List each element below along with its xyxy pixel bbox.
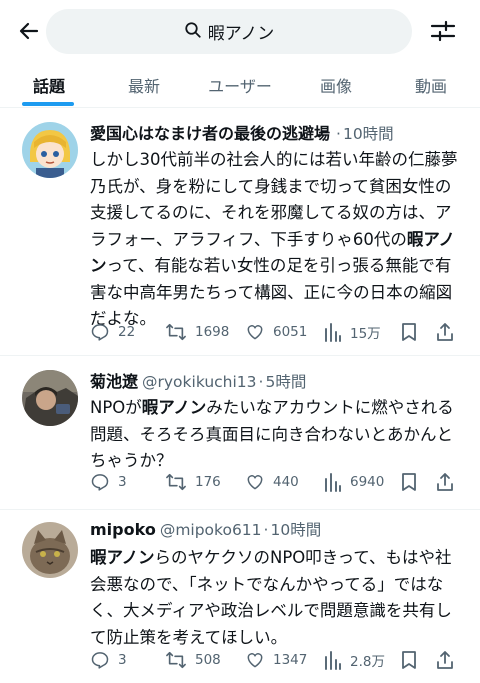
reply-icon xyxy=(90,472,110,492)
heart-icon xyxy=(245,650,265,670)
bookmark-icon xyxy=(400,322,418,342)
repost-count: 508 xyxy=(195,652,221,668)
post[interactable]: mipoko @mipoko611 · 10時間 暇アノンらのヤケクソのNPO叩… xyxy=(0,510,480,683)
post-actions: 22 1698 6051 15万 xyxy=(90,320,454,344)
bookmark-button[interactable] xyxy=(400,470,418,494)
views-bar-chart-icon xyxy=(324,322,342,342)
display-name[interactable]: mipoko xyxy=(90,520,156,539)
separator-dot: · xyxy=(258,373,264,391)
post[interactable]: 菊池遼 @ryokikuchi13 · 5時間 NPOが暇アノンみたいなアカウン… xyxy=(0,356,480,510)
separator-dot: · xyxy=(336,125,341,143)
post-actions: 3 508 1347 2.8万 xyxy=(90,648,454,672)
repost-count: 1698 xyxy=(195,324,230,340)
reply-button[interactable]: 22 xyxy=(90,320,135,344)
post-text: しかし30代前半の社会人的には若い年齢の仁藤夢乃氏が、身を粉にして身銭まで切って… xyxy=(90,150,458,328)
repost-count: 176 xyxy=(195,474,221,490)
reply-button[interactable]: 3 xyxy=(90,470,127,494)
post-header: mipoko @mipoko611 · 10時間 xyxy=(90,518,466,542)
post-text: NPOが暇アノンみたいなアカウントに燃やされる問題、そろそろ真面目に向き合わない… xyxy=(90,398,454,470)
tab-latest[interactable]: 最新 xyxy=(98,62,190,108)
search-input[interactable]: 暇アノン xyxy=(46,9,412,54)
user-handle[interactable]: @ryokikuchi13 xyxy=(142,373,257,391)
reply-count: 3 xyxy=(118,474,127,490)
avatar[interactable] xyxy=(22,122,78,178)
search-highlight: 暇アノン xyxy=(90,548,155,567)
post-time[interactable]: 5時間 xyxy=(265,370,306,392)
like-count: 440 xyxy=(273,474,299,490)
avatar[interactable] xyxy=(22,370,78,426)
share-icon xyxy=(436,472,454,492)
like-button[interactable]: 440 xyxy=(245,470,299,494)
reply-count: 22 xyxy=(118,324,136,340)
tab-users[interactable]: ユーザー xyxy=(190,62,290,108)
heart-icon xyxy=(245,322,265,342)
post-text: 暇アノンらのヤケクソのNPO叩きって、もはや社会悪なので、「ネットでなんかやって… xyxy=(90,548,452,647)
repost-button[interactable]: 508 xyxy=(165,648,221,672)
like-count: 1347 xyxy=(273,652,308,668)
back-arrow-icon[interactable] xyxy=(12,14,46,48)
active-tab-indicator xyxy=(22,102,74,106)
search-highlight: 暇アノン xyxy=(141,398,207,417)
top-bar: 暇アノン xyxy=(0,0,480,62)
post-header: 愛国心はなまけ者の最後の逃避場 · 10時間 xyxy=(90,120,466,144)
tab-images[interactable]: 画像 xyxy=(290,62,382,108)
post-time[interactable]: 10時間 xyxy=(343,122,394,144)
bookmark-button[interactable] xyxy=(400,648,418,672)
bookmark-icon xyxy=(400,472,418,492)
heart-icon xyxy=(245,472,265,492)
like-count: 6051 xyxy=(273,324,308,340)
bookmark-icon xyxy=(400,650,418,670)
repost-icon xyxy=(165,650,187,670)
like-button[interactable]: 1347 xyxy=(245,648,307,672)
reply-icon xyxy=(90,650,110,670)
repost-button[interactable]: 1698 xyxy=(165,320,229,344)
display-name[interactable]: 愛国心はなまけ者の最後の逃避場 xyxy=(90,120,330,144)
display-name[interactable]: 菊池遼 xyxy=(90,368,138,392)
views-button[interactable]: 2.8万 xyxy=(324,648,385,672)
view-count: 6940 xyxy=(350,474,385,490)
user-handle[interactable]: @mipoko611 xyxy=(160,521,262,539)
share-icon xyxy=(436,322,454,342)
repost-button[interactable]: 176 xyxy=(165,470,221,494)
post-actions: 3 176 440 6940 xyxy=(90,470,454,494)
views-bar-chart-icon xyxy=(324,472,342,492)
reply-count: 3 xyxy=(118,652,127,668)
post-time[interactable]: 10時間 xyxy=(270,518,321,540)
reply-icon xyxy=(90,322,110,342)
separator-dot: · xyxy=(263,521,269,539)
tab-videos[interactable]: 動画 xyxy=(382,62,480,108)
repost-icon xyxy=(165,322,187,342)
search-tabs: 話題 最新 ユーザー 画像 動画 xyxy=(0,62,480,108)
post[interactable]: 愛国心はなまけ者の最後の逃避場 · 10時間 しかし30代前半の社会人的には若い… xyxy=(0,108,480,356)
views-button[interactable]: 15万 xyxy=(324,320,381,344)
search-icon xyxy=(184,21,202,43)
search-query: 暇アノン xyxy=(207,24,275,44)
filter-settings-icon[interactable] xyxy=(428,17,458,45)
repost-icon xyxy=(165,472,187,492)
like-button[interactable]: 6051 xyxy=(245,320,307,344)
avatar[interactable] xyxy=(22,522,78,578)
share-icon xyxy=(436,650,454,670)
views-button[interactable]: 6940 xyxy=(324,470,384,494)
share-button[interactable] xyxy=(436,320,454,344)
bookmark-button[interactable] xyxy=(400,320,418,344)
view-count: 15万 xyxy=(350,326,381,342)
share-button[interactable] xyxy=(436,470,454,494)
reply-button[interactable]: 3 xyxy=(90,648,127,672)
post-header: 菊池遼 @ryokikuchi13 · 5時間 xyxy=(90,368,466,392)
views-bar-chart-icon xyxy=(324,650,342,670)
view-count: 2.8万 xyxy=(350,654,385,670)
share-button[interactable] xyxy=(436,648,454,672)
